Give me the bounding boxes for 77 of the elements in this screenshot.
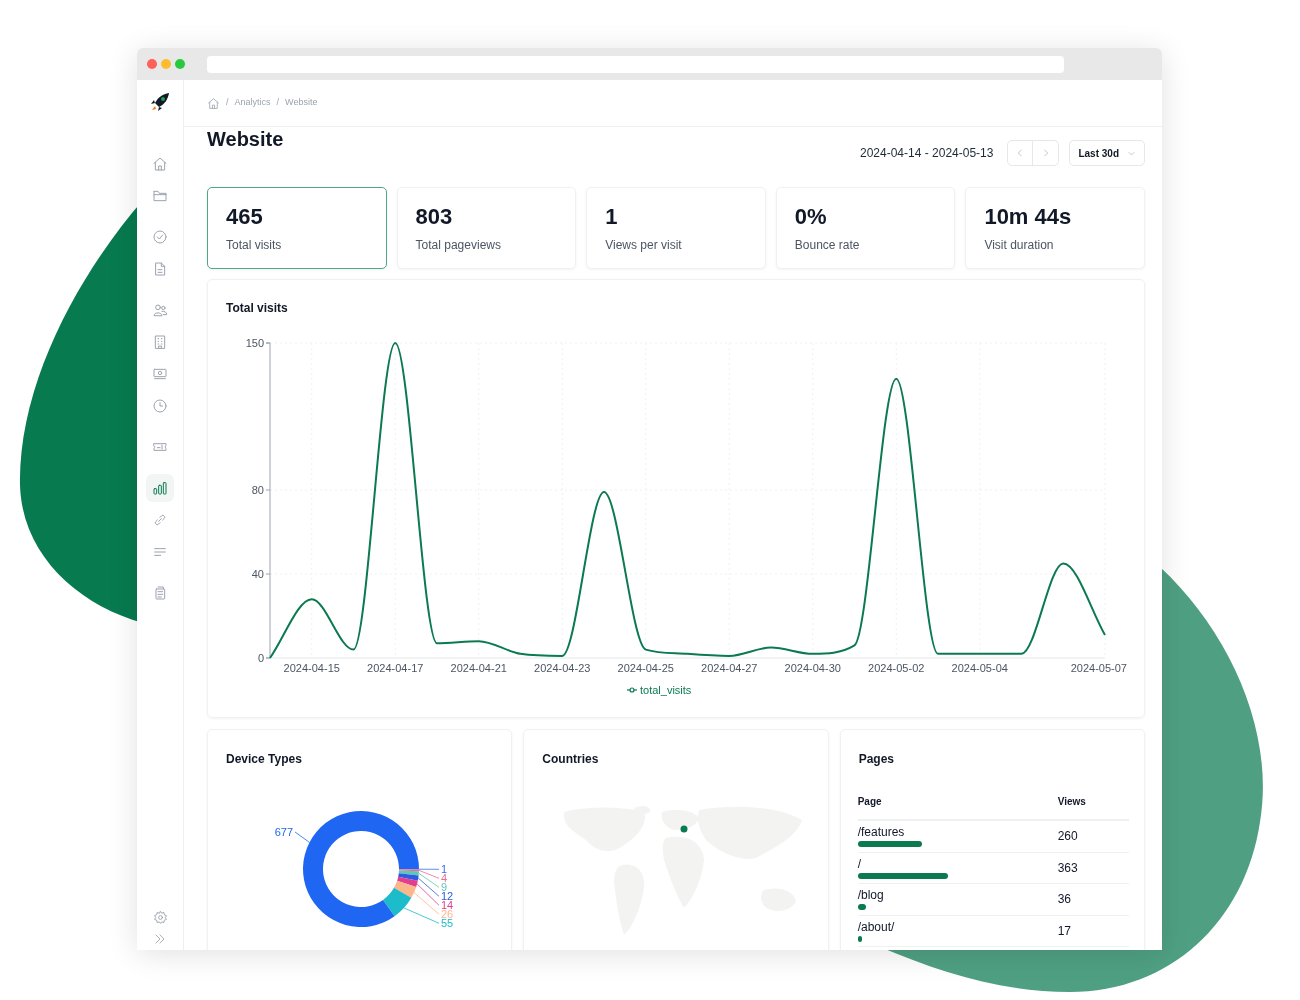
stat-value: 0% [794, 203, 828, 231]
stat-value: 803 [415, 203, 454, 231]
page-path: /features [857, 825, 906, 839]
x-tick-label: 2024-04-21 [450, 662, 507, 674]
stat-label: Bounce rate [794, 237, 861, 254]
x-tick-label: 2024-04-23 [534, 662, 591, 674]
stat-card[interactable]: 465 Total visits [207, 187, 387, 269]
stat-card[interactable]: 0% Bounce rate [775, 187, 956, 269]
donut-slice[interactable] [398, 870, 419, 876]
stat-card[interactable]: 803 Total pageviews [396, 187, 577, 269]
panel-title: Pages [858, 751, 894, 768]
page-title: Website [207, 128, 284, 150]
check-circle-icon [152, 229, 168, 245]
x-tick-label: 2024-04-17 [367, 662, 424, 674]
leader-line [294, 831, 310, 843]
column-header: Page [857, 795, 883, 809]
banknote-icon [152, 366, 168, 382]
donut-slice[interactable] [394, 880, 417, 898]
stat-card[interactable]: 10m 44s Visit duration [965, 187, 1145, 269]
y-tick-label: 80 [251, 484, 264, 496]
panel-title: Device Types [226, 751, 302, 768]
clipboard-icon [152, 585, 168, 601]
stat-value: 465 [226, 203, 264, 231]
stat-value: 1 [605, 203, 619, 231]
building-icon [152, 334, 168, 350]
stat-value: 10m 44s [984, 203, 1073, 231]
panel-title: Countries [542, 751, 599, 768]
y-tick-label: 0 [257, 652, 264, 664]
bar-chart-icon [152, 480, 168, 496]
breadcrumb-separator: / [276, 96, 280, 110]
leader-line [413, 892, 440, 915]
donut-slice[interactable] [303, 811, 419, 927]
users-icon [152, 302, 168, 318]
y-tick-label: 150 [245, 337, 264, 349]
home-link[interactable] [207, 96, 220, 110]
breadcrumb-separator: / [226, 96, 229, 110]
views-count: 17 [1057, 923, 1071, 938]
x-tick-label: 2024-05-04 [951, 662, 1008, 674]
double-chevron-icon [153, 932, 167, 946]
stat-label: Visit duration [984, 237, 1055, 254]
stat-label: Views per visit [605, 237, 683, 254]
x-tick-label: 2024-04-15 [283, 662, 340, 674]
legend-line-icon [626, 687, 638, 693]
x-tick-label: 2024-04-25 [617, 662, 674, 674]
stat-label: Total pageviews [415, 237, 502, 254]
link-icon [152, 512, 168, 528]
page-path: /about/ [857, 919, 896, 934]
document-icon [152, 261, 168, 277]
period-dropdown[interactable]: Last 30d [1069, 140, 1145, 166]
location-dot [680, 825, 688, 833]
settings-icon [152, 909, 168, 925]
home-icon [207, 96, 220, 110]
x-tick-label: 2024-04-27 [701, 662, 758, 674]
chart-title: Total visits [226, 300, 288, 317]
column-header: Views [1057, 795, 1086, 809]
x-tick-label: 2024-05-02 [868, 662, 925, 674]
page-path: /blog [857, 888, 885, 902]
home-icon [152, 156, 168, 172]
x-tick-label: 2024-04-30 [784, 662, 841, 674]
legend-label[interactable]: total_visits [640, 684, 692, 696]
rocket-logo[interactable] [150, 92, 170, 112]
folder-icon [152, 188, 168, 204]
stat-label: Total visits [226, 237, 283, 254]
stat-card[interactable]: 1 Views per visit [586, 187, 766, 269]
views-count: 36 [1057, 892, 1071, 906]
donut-slice[interactable] [383, 887, 412, 917]
views-count: 260 [1057, 829, 1078, 843]
views-count: 363 [1057, 860, 1078, 875]
date-range: 2024-04-14 - 2024-05-13 [860, 145, 994, 162]
donut-slice[interactable] [398, 873, 419, 881]
page-path: / [857, 856, 862, 871]
x-tick-label: 2024-05-07 [1070, 662, 1127, 674]
sidebar-item[interactable] [146, 474, 174, 502]
y-tick-label: 40 [251, 568, 264, 580]
slice-value-label: 677 [274, 826, 293, 838]
clock-icon [152, 398, 168, 414]
donut-slice[interactable] [397, 876, 418, 887]
